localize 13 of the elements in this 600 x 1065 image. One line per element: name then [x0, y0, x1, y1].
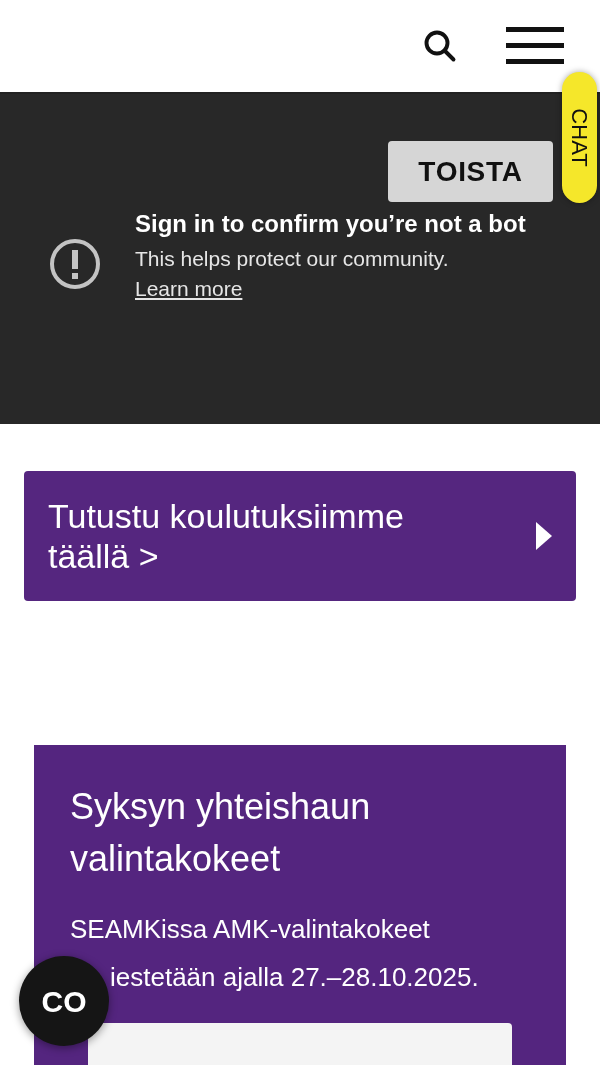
- card-text: iestetään ajalla 27.–28.10.2025.: [109, 961, 480, 994]
- warning-icon: [49, 238, 101, 290]
- card-text: SEAMKissa AMK-valintakokeet: [70, 913, 431, 946]
- video-error-title: Sign in to confirm you’re not a bot: [135, 209, 527, 239]
- search-icon[interactable]: [422, 28, 458, 64]
- caret-icon: [536, 522, 552, 550]
- card-title: Syksyn yhteishaun valintakokeet: [70, 785, 372, 881]
- chat-tab[interactable]: CHAT: [562, 72, 597, 203]
- learn-more-link[interactable]: Learn more: [135, 277, 243, 300]
- courses-banner[interactable]: Tutustu koulutuksiimme täällä >: [24, 471, 576, 601]
- play-button[interactable]: TOISTA: [388, 141, 553, 202]
- menu-icon[interactable]: [506, 26, 564, 66]
- video-error-message: This helps protect our community. Learn more: [135, 246, 450, 302]
